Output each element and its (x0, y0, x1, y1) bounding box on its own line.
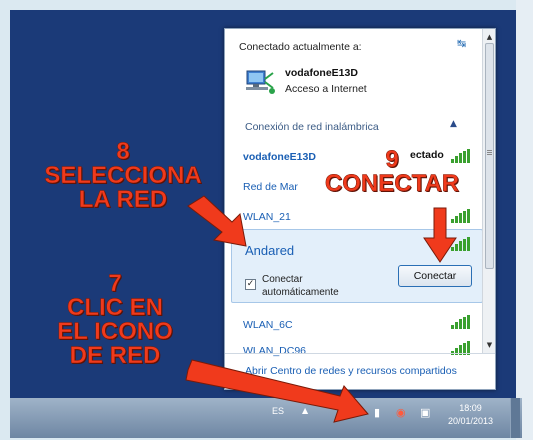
network-item-vodafone[interactable]: vodafoneE13D (243, 151, 316, 163)
annotation-9-text: CONECTAR (324, 170, 460, 197)
flyout-scrollbar[interactable]: ▲ ▼ (482, 29, 495, 353)
signal-bars-icon (451, 209, 471, 223)
footer-divider (225, 353, 495, 354)
annotation-step-8: 8 SELECCIONA LA RED (18, 138, 228, 213)
taskbar-clock[interactable]: 18:09 20/01/2013 (448, 402, 493, 428)
auto-connect-label: Conectar automáticamente (262, 274, 339, 298)
annotation-7-line1: CLIC EN (67, 294, 164, 321)
network-item-wlan-21[interactable]: WLAN_21 (243, 211, 291, 223)
collapse-chevron-icon[interactable]: ▲ (450, 119, 457, 129)
annotation-step-9: 9 CONECTAR (312, 146, 472, 197)
taskbar: ES ▲ ⚑ ▮ ◉ ▣ 18:09 20/01/2013 (10, 398, 522, 438)
language-indicator[interactable]: ES (272, 406, 284, 416)
flag-icon[interactable]: ⚑ (344, 406, 354, 419)
network-item-andared[interactable]: Andared (245, 243, 294, 258)
connected-header: Conectado actualmente a: (239, 41, 362, 53)
network-computer-icon (246, 70, 275, 94)
volume-icon[interactable]: ◉ (396, 406, 406, 419)
auto-connect-checkbox[interactable]: ✓ (245, 279, 256, 290)
wireless-network-flyout: Conectado actualmente a: ↹ vodafoneE13D … (224, 28, 496, 390)
network-tray-icon[interactable]: ▮ (374, 406, 380, 419)
show-hidden-icons-icon[interactable]: ▲ (302, 406, 308, 415)
annotation-7-number: 7 (108, 270, 122, 297)
show-desktop-button[interactable] (510, 398, 520, 438)
clock-time: 18:09 (459, 403, 482, 413)
annotation-8-number: 8 (116, 138, 130, 165)
connect-button[interactable]: Conectar (398, 265, 472, 287)
current-network-status: Acceso a Internet (285, 83, 367, 95)
signal-bars-icon (451, 315, 471, 329)
window-frame-edge (516, 0, 533, 440)
refresh-icon[interactable]: ↹ (457, 37, 466, 50)
annotation-8-line2: LA RED (78, 186, 168, 213)
network-item-red-de-mar[interactable]: Red de Mar (243, 181, 298, 193)
clock-date: 20/01/2013 (448, 416, 494, 426)
signal-bars-icon (451, 237, 471, 251)
scroll-down-icon[interactable]: ▼ (483, 339, 495, 351)
current-network-name: vodafoneE13D (285, 67, 358, 79)
scroll-thumb[interactable] (485, 43, 494, 269)
annotation-8-line1: SELECCIONA (44, 162, 202, 189)
scroll-up-icon[interactable]: ▲ (483, 31, 495, 43)
network-center-link[interactable]: Abrir Centro de redes y recursos compart… (245, 365, 457, 377)
network-item-wlan-6c[interactable]: WLAN_6C (243, 319, 293, 331)
wireless-section-header: Conexión de red inalámbrica (245, 121, 379, 133)
annotation-step-7: 7 CLIC EN EL ICONO DE RED (20, 270, 210, 369)
annotation-9-number: 9 (385, 146, 399, 173)
network-item-wlan-dc96[interactable]: WLAN_DC96 (243, 345, 306, 357)
annotation-7-line3: DE RED (69, 342, 161, 369)
annotation-7-line2: EL ICONO (57, 318, 173, 345)
action-center-icon[interactable]: ▣ (420, 406, 430, 419)
